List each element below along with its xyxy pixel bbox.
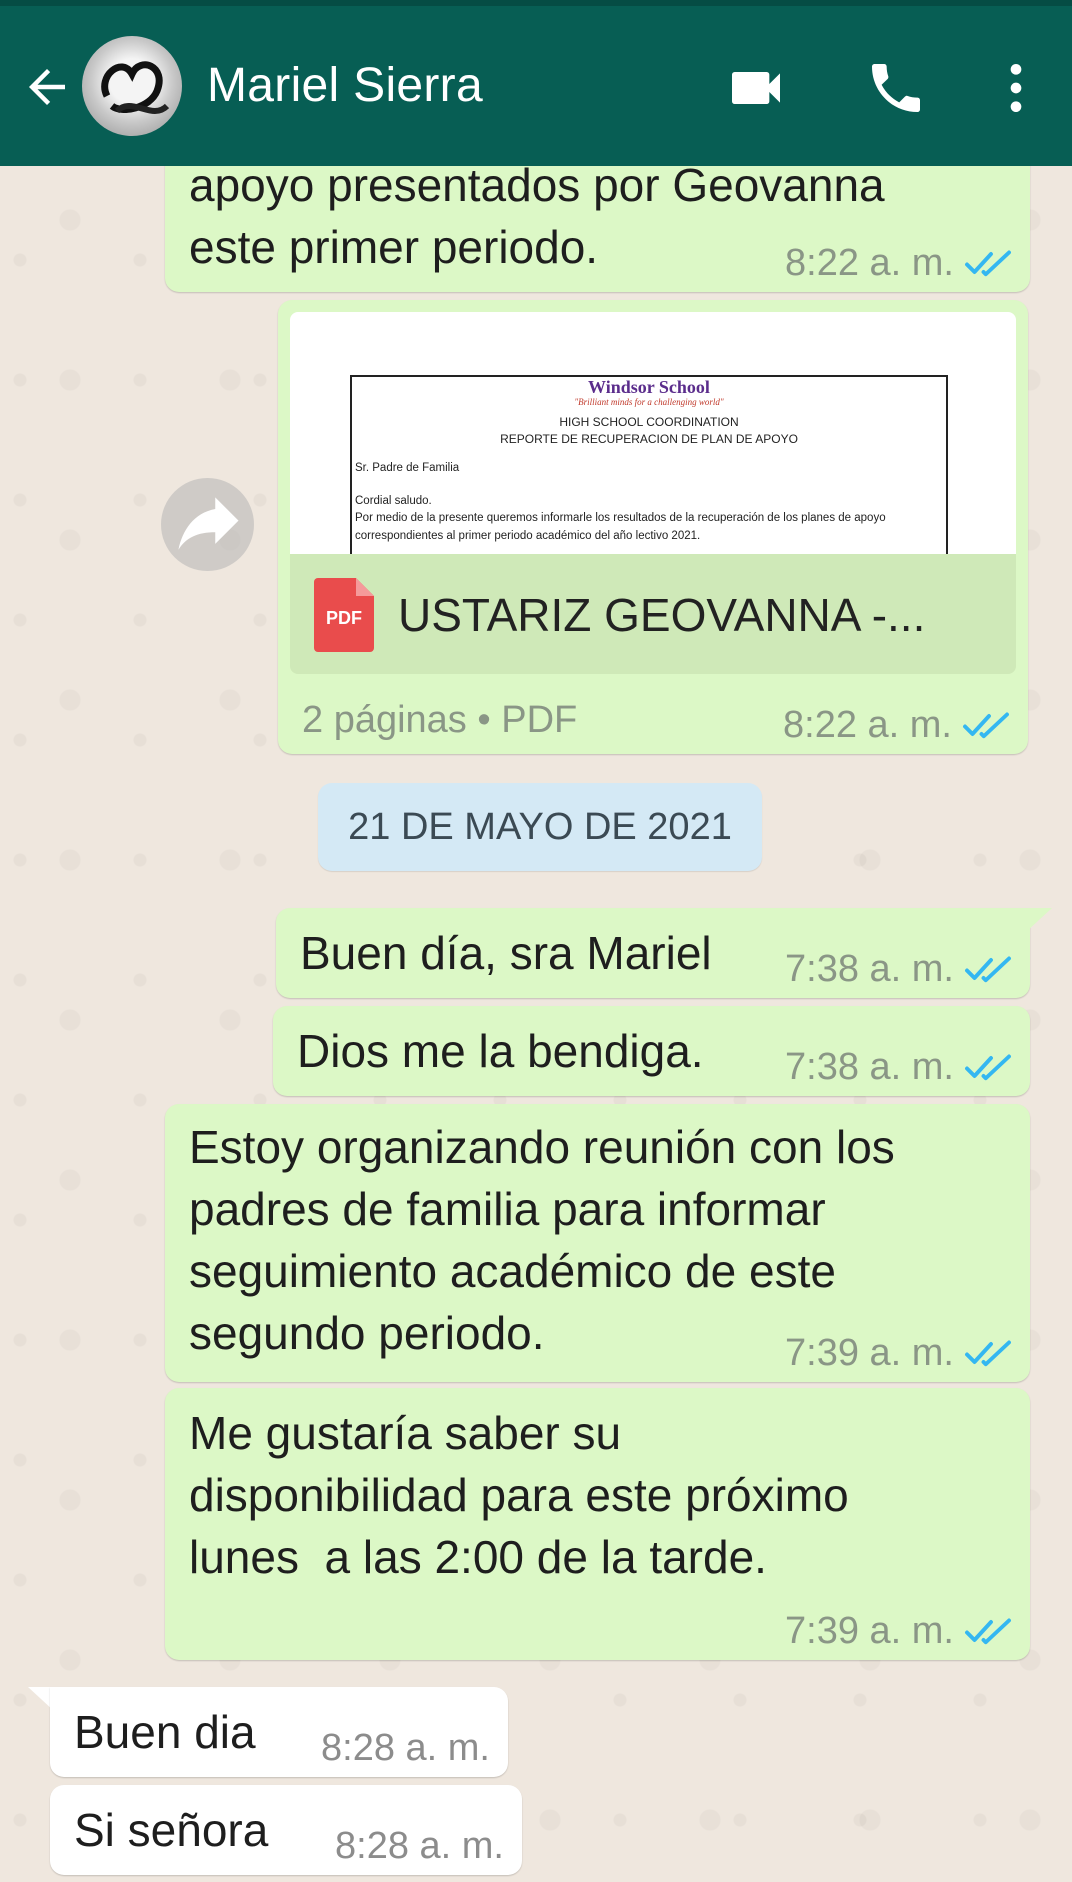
doc-line: correspondientes al primer periodo acadé… bbox=[355, 530, 701, 542]
message-meta: 8:22 a. m. bbox=[785, 244, 1012, 282]
pdf-icon: PDF bbox=[314, 578, 374, 652]
back-arrow-icon[interactable] bbox=[20, 60, 74, 114]
forward-button[interactable] bbox=[161, 478, 254, 571]
document-file-name: USTARIZ GEOVANNA -... bbox=[398, 589, 926, 641]
doc-report-title: REPORTE DE RECUPERACION DE PLAN DE APOYO bbox=[500, 432, 798, 446]
document-info: 2 páginas • PDF bbox=[302, 699, 578, 741]
contact-name[interactable]: Mariel Sierra bbox=[207, 58, 483, 113]
doc-school-name: Windsor School bbox=[588, 377, 710, 397]
message-text: Si señora bbox=[74, 1804, 269, 1856]
voice-call-icon[interactable] bbox=[864, 56, 928, 120]
message-text: Buen dia bbox=[74, 1706, 256, 1758]
doc-coordination: HIGH SCHOOL COORDINATION bbox=[559, 415, 739, 429]
doc-greeting: Cordial saludo. bbox=[355, 495, 432, 507]
read-ticks-icon bbox=[963, 712, 1009, 739]
message-meta: 7:39 a. m. bbox=[785, 1334, 1012, 1372]
read-ticks-icon bbox=[965, 1054, 1011, 1081]
message-meta: 7:39 a. m. bbox=[785, 1612, 1012, 1650]
message-text: apoyo presentados por Geovanna este prim… bbox=[189, 159, 885, 273]
doc-line: Por medio de la presente queremos inform… bbox=[355, 512, 886, 524]
message-outgoing[interactable]: Buen día, sra Mariel 7:38 a. m. bbox=[276, 908, 1030, 998]
document-message[interactable]: Windsor School "Brilliant minds for a ch… bbox=[278, 300, 1028, 754]
message-outgoing[interactable]: Me gustaría saber su disponibilidad para… bbox=[165, 1388, 1030, 1660]
message-meta: 8:28 a. m. bbox=[321, 1729, 490, 1767]
message-meta: 8:28 a. m. bbox=[335, 1827, 504, 1865]
message-incoming[interactable]: Si señora 8:28 a. m. bbox=[50, 1785, 522, 1875]
date-divider: 21 DE MAYO DE 2021 bbox=[318, 783, 762, 871]
message-text: Estoy organizando reunión con los padres… bbox=[189, 1121, 895, 1359]
doc-salutation: Sr. Padre de Familia bbox=[355, 462, 460, 474]
message-time: 8:28 a. m. bbox=[321, 1727, 490, 1769]
read-ticks-icon bbox=[965, 250, 1011, 277]
message-time: 7:39 a. m. bbox=[785, 1332, 954, 1374]
chat-header: Mariel Sierra bbox=[0, 6, 1072, 166]
message-time: 7:39 a. m. bbox=[785, 1610, 954, 1652]
message-outgoing[interactable]: Estoy organizando reunión con los padres… bbox=[165, 1104, 1030, 1382]
message-meta: 7:38 a. m. bbox=[785, 950, 1012, 988]
message-meta: 7:38 a. m. bbox=[785, 1048, 1012, 1086]
read-ticks-icon bbox=[965, 1340, 1011, 1367]
message-incoming[interactable]: Buen dia 8:28 a. m. bbox=[50, 1687, 508, 1777]
document-preview[interactable]: Windsor School "Brilliant minds for a ch… bbox=[290, 312, 1016, 554]
message-meta: 8:22 a. m. bbox=[783, 706, 1010, 744]
document-file-row[interactable]: PDF USTARIZ GEOVANNA -... bbox=[290, 554, 1016, 674]
read-ticks-icon bbox=[965, 956, 1011, 983]
message-text: Buen día, sra Mariel bbox=[300, 927, 712, 979]
message-text: Dios me la bendiga. bbox=[297, 1025, 704, 1077]
message-text: Me gustaría saber su disponibilidad para… bbox=[189, 1407, 849, 1583]
message-time: 8:22 a. m. bbox=[785, 242, 954, 284]
message-time: 8:28 a. m. bbox=[335, 1825, 504, 1867]
message-time: 7:38 a. m. bbox=[785, 1046, 954, 1088]
document-page: Windsor School "Brilliant minds for a ch… bbox=[350, 375, 948, 554]
more-options-icon[interactable] bbox=[984, 56, 1048, 120]
video-call-icon[interactable] bbox=[724, 56, 788, 120]
svg-text:PDF: PDF bbox=[326, 608, 362, 628]
message-time: 8:22 a. m. bbox=[783, 704, 952, 746]
forward-icon bbox=[178, 497, 239, 550]
avatar-image bbox=[101, 61, 170, 114]
message-time: 7:38 a. m. bbox=[785, 948, 954, 990]
bubble-tail bbox=[1026, 908, 1052, 932]
avatar[interactable] bbox=[82, 36, 182, 136]
message-outgoing[interactable]: Dios me la bendiga. 7:38 a. m. bbox=[273, 1006, 1030, 1096]
read-ticks-icon bbox=[965, 1618, 1011, 1645]
doc-motto: "Brilliant minds for a challenging world… bbox=[574, 397, 724, 407]
